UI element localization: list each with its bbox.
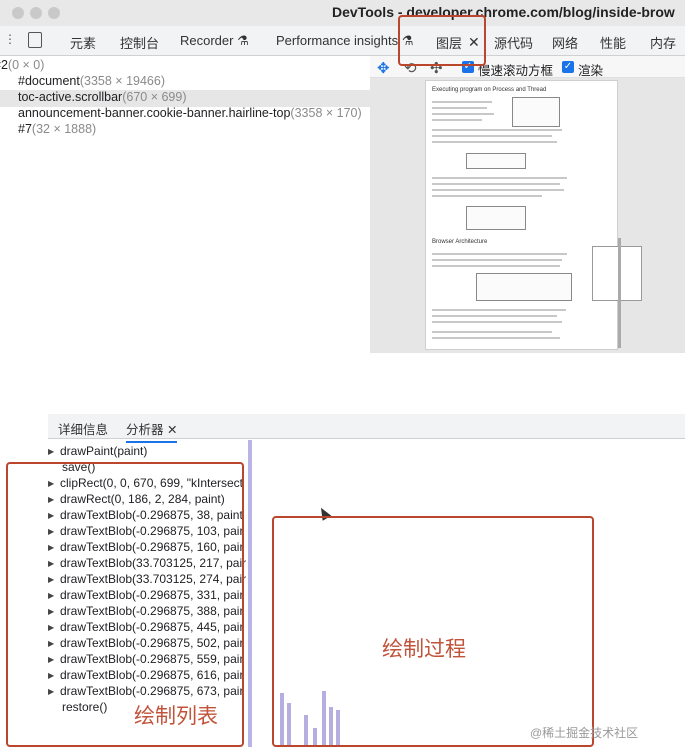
title-bar: DevTools - developer.chrome.com/blog/ins… — [0, 0, 685, 26]
paints-checkbox[interactable]: ✓ — [562, 61, 574, 73]
layer-row[interactable]: #7(32 × 1888) — [0, 122, 370, 139]
preview-heading: Executing program on Process and Thread — [432, 87, 547, 93]
diagram-thumbnail — [466, 153, 526, 169]
layers-3d-viewport[interactable]: Executing program on Process and Thread … — [370, 78, 685, 353]
paint-process-annotation: 绘制过程 — [382, 638, 466, 661]
tab-elements[interactable]: 元素 — [70, 33, 96, 52]
preview-heading: Browser Architecture — [432, 239, 488, 245]
close-icon[interactable]: ✕ — [167, 423, 177, 437]
move-icon[interactable]: ✥ — [377, 59, 390, 77]
tab-performance-insights[interactable]: Performance insights ⚗ — [276, 33, 413, 49]
watermark: @稀土掘金技术社区 — [530, 726, 639, 740]
layer-name: #document — [18, 74, 80, 88]
more-tools-icon[interactable]: ⋮ — [4, 32, 16, 46]
panel-splitter[interactable] — [248, 440, 252, 747]
layer-name: #2 — [0, 58, 8, 72]
layer-dims: (3358 × 170) — [290, 106, 362, 120]
device-toolbar-icon[interactable] — [28, 32, 42, 48]
layer-name: announcement-banner.cookie-banner.hairli… — [18, 106, 291, 120]
layers-tree: #2(0 × 0) #document(3358 × 19466) toc-ac… — [0, 57, 370, 357]
layer-row[interactable]: #2(0 × 0) — [0, 58, 364, 75]
scrollbar-layer-box — [592, 246, 642, 301]
zoom-window-button[interactable] — [48, 7, 60, 19]
page-layer-preview: Executing program on Process and Thread … — [425, 80, 642, 350]
highlight-paint-process — [272, 516, 594, 747]
layer-name: #7 — [18, 122, 32, 136]
layer-row[interactable]: announcement-banner.cookie-banner.hairli… — [0, 106, 370, 123]
tab-network[interactable]: 网络 — [552, 33, 578, 52]
highlight-layers-tab — [398, 15, 486, 66]
tab-console[interactable]: 控制台 — [120, 33, 159, 52]
tab-memory[interactable]: 内存 — [650, 33, 676, 52]
tab-sources[interactable]: 源代码 — [494, 33, 533, 52]
close-window-button[interactable] — [12, 7, 24, 19]
slow-scroll-rects-label: 慢速滚动方框 — [478, 64, 554, 78]
tab-recorder[interactable]: Recorder ⚗ — [180, 33, 249, 49]
layer-name: toc-active.scrollbar — [18, 90, 123, 104]
bottom-tab-bar: 详细信息 分析器 ✕ — [48, 414, 685, 443]
tab-profiler-label: 分析器 — [126, 423, 164, 437]
diagram-thumbnail — [512, 97, 560, 127]
layer-dims: (0 × 0) — [7, 58, 45, 72]
diagram-thumbnail — [476, 273, 572, 301]
layer-dims: (670 × 699) — [122, 90, 187, 104]
tab-details[interactable]: 详细信息 — [58, 419, 108, 438]
devtools-tab-bar: ⋮ 元素 控制台 Recorder ⚗ Performance insights… — [0, 26, 685, 56]
diagram-thumbnail — [466, 206, 526, 230]
paint-list-annotation: 绘制列表 — [134, 705, 218, 728]
tab-performance[interactable]: 性能 — [600, 33, 626, 52]
window-title: DevTools - developer.chrome.com/blog/ins… — [332, 4, 675, 20]
layer-dims: (3358 × 19466) — [79, 74, 165, 88]
layer-dims: (32 × 1888) — [31, 122, 97, 136]
layer-row-selected[interactable]: toc-active.scrollbar(670 × 699) — [0, 90, 370, 107]
command-text: drawPaint(paint) — [60, 444, 148, 458]
layer-row[interactable]: #document(3358 × 19466) — [0, 74, 370, 91]
minimize-window-button[interactable] — [30, 7, 42, 19]
paints-label: 渲染 — [578, 64, 604, 78]
command-row[interactable]: ▶ drawPaint(paint) — [48, 444, 248, 460]
viewport-scrollbar[interactable] — [618, 238, 621, 348]
